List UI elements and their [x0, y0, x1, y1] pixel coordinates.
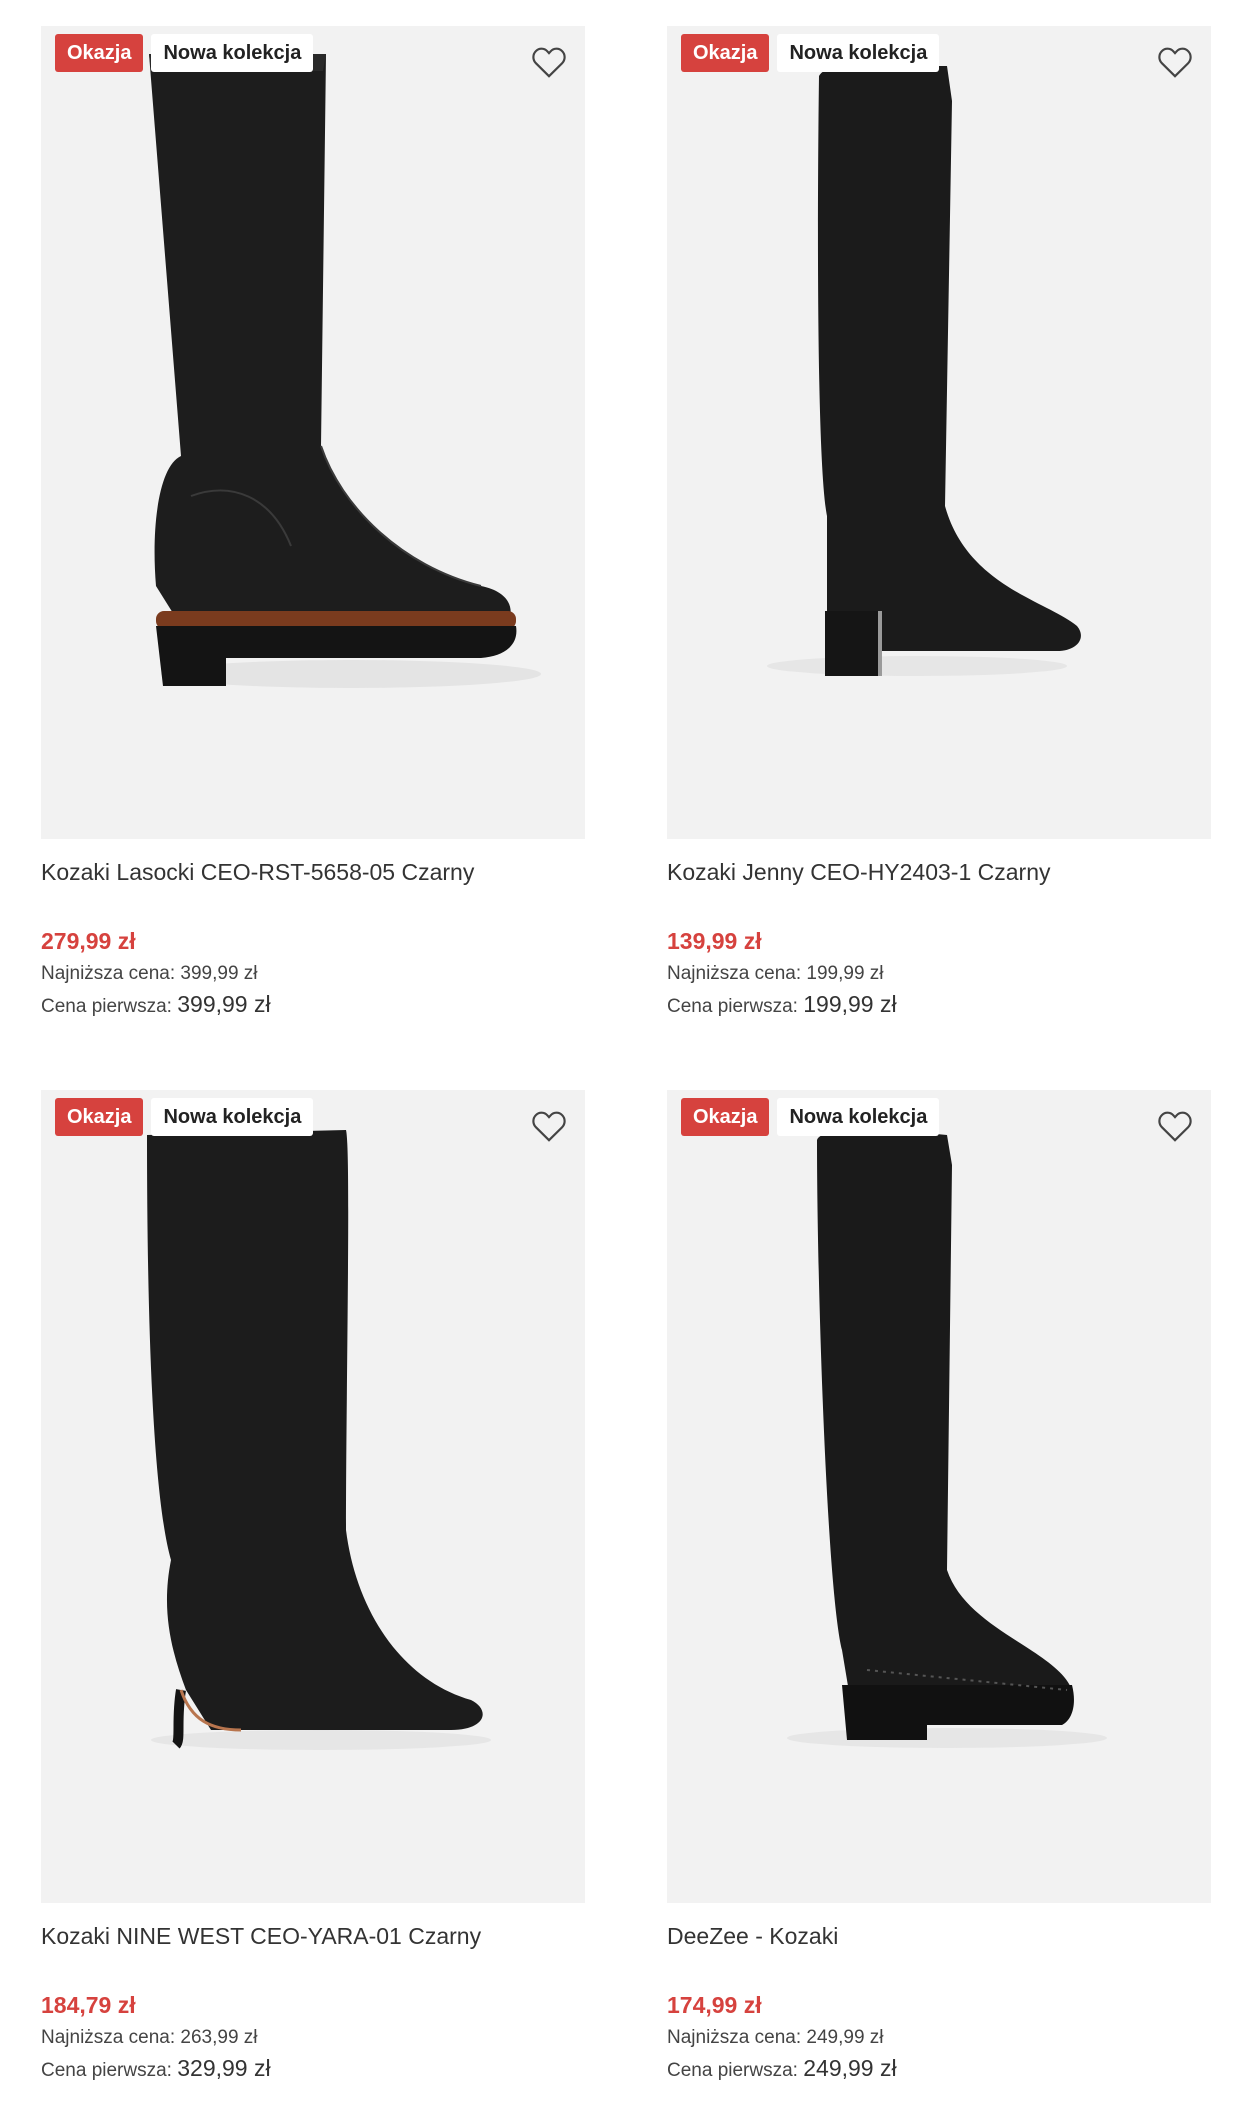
boot-deezee-image [787, 1130, 1107, 1748]
product-title[interactable]: DeeZee - Kozaki [667, 1921, 1211, 1951]
product-title[interactable]: Kozaki Jenny CEO-HY2403-1 Czarny [667, 857, 1211, 887]
badge-group: Okazja Nowa kolekcja [55, 34, 314, 72]
product-card[interactable]: Okazja Nowa kolekcja Kozaki Lasocki CEO-… [41, 26, 585, 1022]
heart-icon[interactable] [1155, 1106, 1195, 1146]
boot-lasocki-image [149, 54, 541, 688]
boot-ninewest-image [147, 1130, 491, 1750]
new-collection-badge: Nowa kolekcja [151, 1098, 314, 1136]
product-card[interactable]: Okazja Nowa kolekcja Kozaki Jenny CEO-HY… [667, 26, 1211, 1022]
sale-badge: Okazja [681, 1098, 770, 1136]
product-price: 174,99 zł [667, 1992, 762, 2018]
product-price: 139,99 zł [667, 928, 762, 954]
product-image[interactable]: Okazja Nowa kolekcja [41, 1090, 585, 1903]
lowest-price-value: 263,99 zł [180, 2027, 258, 2048]
first-price-row: Cena pierwsza: 329,99 zł [41, 2053, 585, 2086]
product-price: 184,79 zł [41, 1992, 136, 2018]
first-price-value: 199,99 zł [803, 991, 897, 1017]
heart-icon[interactable] [529, 42, 569, 82]
heart-icon[interactable] [529, 1106, 569, 1146]
new-collection-badge: Nowa kolekcja [151, 34, 314, 72]
product-price: 279,99 zł [41, 928, 136, 954]
lowest-price-value: 249,99 zł [806, 2027, 884, 2048]
lowest-price-row: Najniższa cena: 199,99 zł [667, 959, 1211, 989]
sale-badge: Okazja [681, 34, 770, 72]
product-image[interactable]: Okazja Nowa kolekcja [41, 26, 585, 839]
product-title[interactable]: Kozaki NINE WEST CEO-YARA-01 Czarny [41, 1921, 585, 1951]
badge-group: Okazja Nowa kolekcja [681, 1098, 940, 1136]
product-image[interactable]: Okazja Nowa kolekcja [667, 26, 1211, 839]
first-price-value: 329,99 zł [177, 2055, 271, 2081]
lowest-price-label: Najniższa cena: [667, 963, 802, 984]
new-collection-badge: Nowa kolekcja [777, 1098, 940, 1136]
lowest-price-row: Najniższa cena: 263,99 zł [41, 2023, 585, 2053]
first-price-value: 399,99 zł [177, 991, 271, 1017]
badge-group: Okazja Nowa kolekcja [55, 1098, 314, 1136]
lowest-price-row: Najniższa cena: 399,99 zł [41, 959, 585, 989]
first-price-label: Cena pierwsza: [41, 996, 172, 1017]
lowest-price-value: 199,99 zł [806, 963, 884, 984]
lowest-price-label: Najniższa cena: [41, 2027, 176, 2048]
product-card[interactable]: Okazja Nowa kolekcja Kozaki NINE WEST CE… [41, 1090, 585, 2086]
lowest-price-value: 399,99 zł [180, 963, 258, 984]
boot-jenny-image [767, 65, 1081, 676]
new-collection-badge: Nowa kolekcja [777, 34, 940, 72]
first-price-row: Cena pierwsza: 249,99 zł [667, 2053, 1211, 2086]
lowest-price-row: Najniższa cena: 249,99 zł [667, 2023, 1211, 2053]
lowest-price-label: Najniższa cena: [667, 2027, 802, 2048]
product-image[interactable]: Okazja Nowa kolekcja [667, 1090, 1211, 1903]
sale-badge: Okazja [55, 1098, 144, 1136]
product-title[interactable]: Kozaki Lasocki CEO-RST-5658-05 Czarny [41, 857, 585, 887]
heart-icon[interactable] [1155, 42, 1195, 82]
first-price-value: 249,99 zł [803, 2055, 897, 2081]
first-price-label: Cena pierwsza: [667, 996, 798, 1017]
sale-badge: Okazja [55, 34, 144, 72]
first-price-label: Cena pierwsza: [667, 2060, 798, 2081]
first-price-label: Cena pierwsza: [41, 2060, 172, 2081]
badge-group: Okazja Nowa kolekcja [681, 34, 940, 72]
lowest-price-label: Najniższa cena: [41, 963, 176, 984]
first-price-row: Cena pierwsza: 199,99 zł [667, 989, 1211, 1022]
product-grid: Okazja Nowa kolekcja Kozaki Lasocki CEO-… [0, 0, 1250, 2123]
product-card[interactable]: Okazja Nowa kolekcja DeeZee - Kozaki 174… [667, 1090, 1211, 2086]
first-price-row: Cena pierwsza: 399,99 zł [41, 989, 585, 1022]
